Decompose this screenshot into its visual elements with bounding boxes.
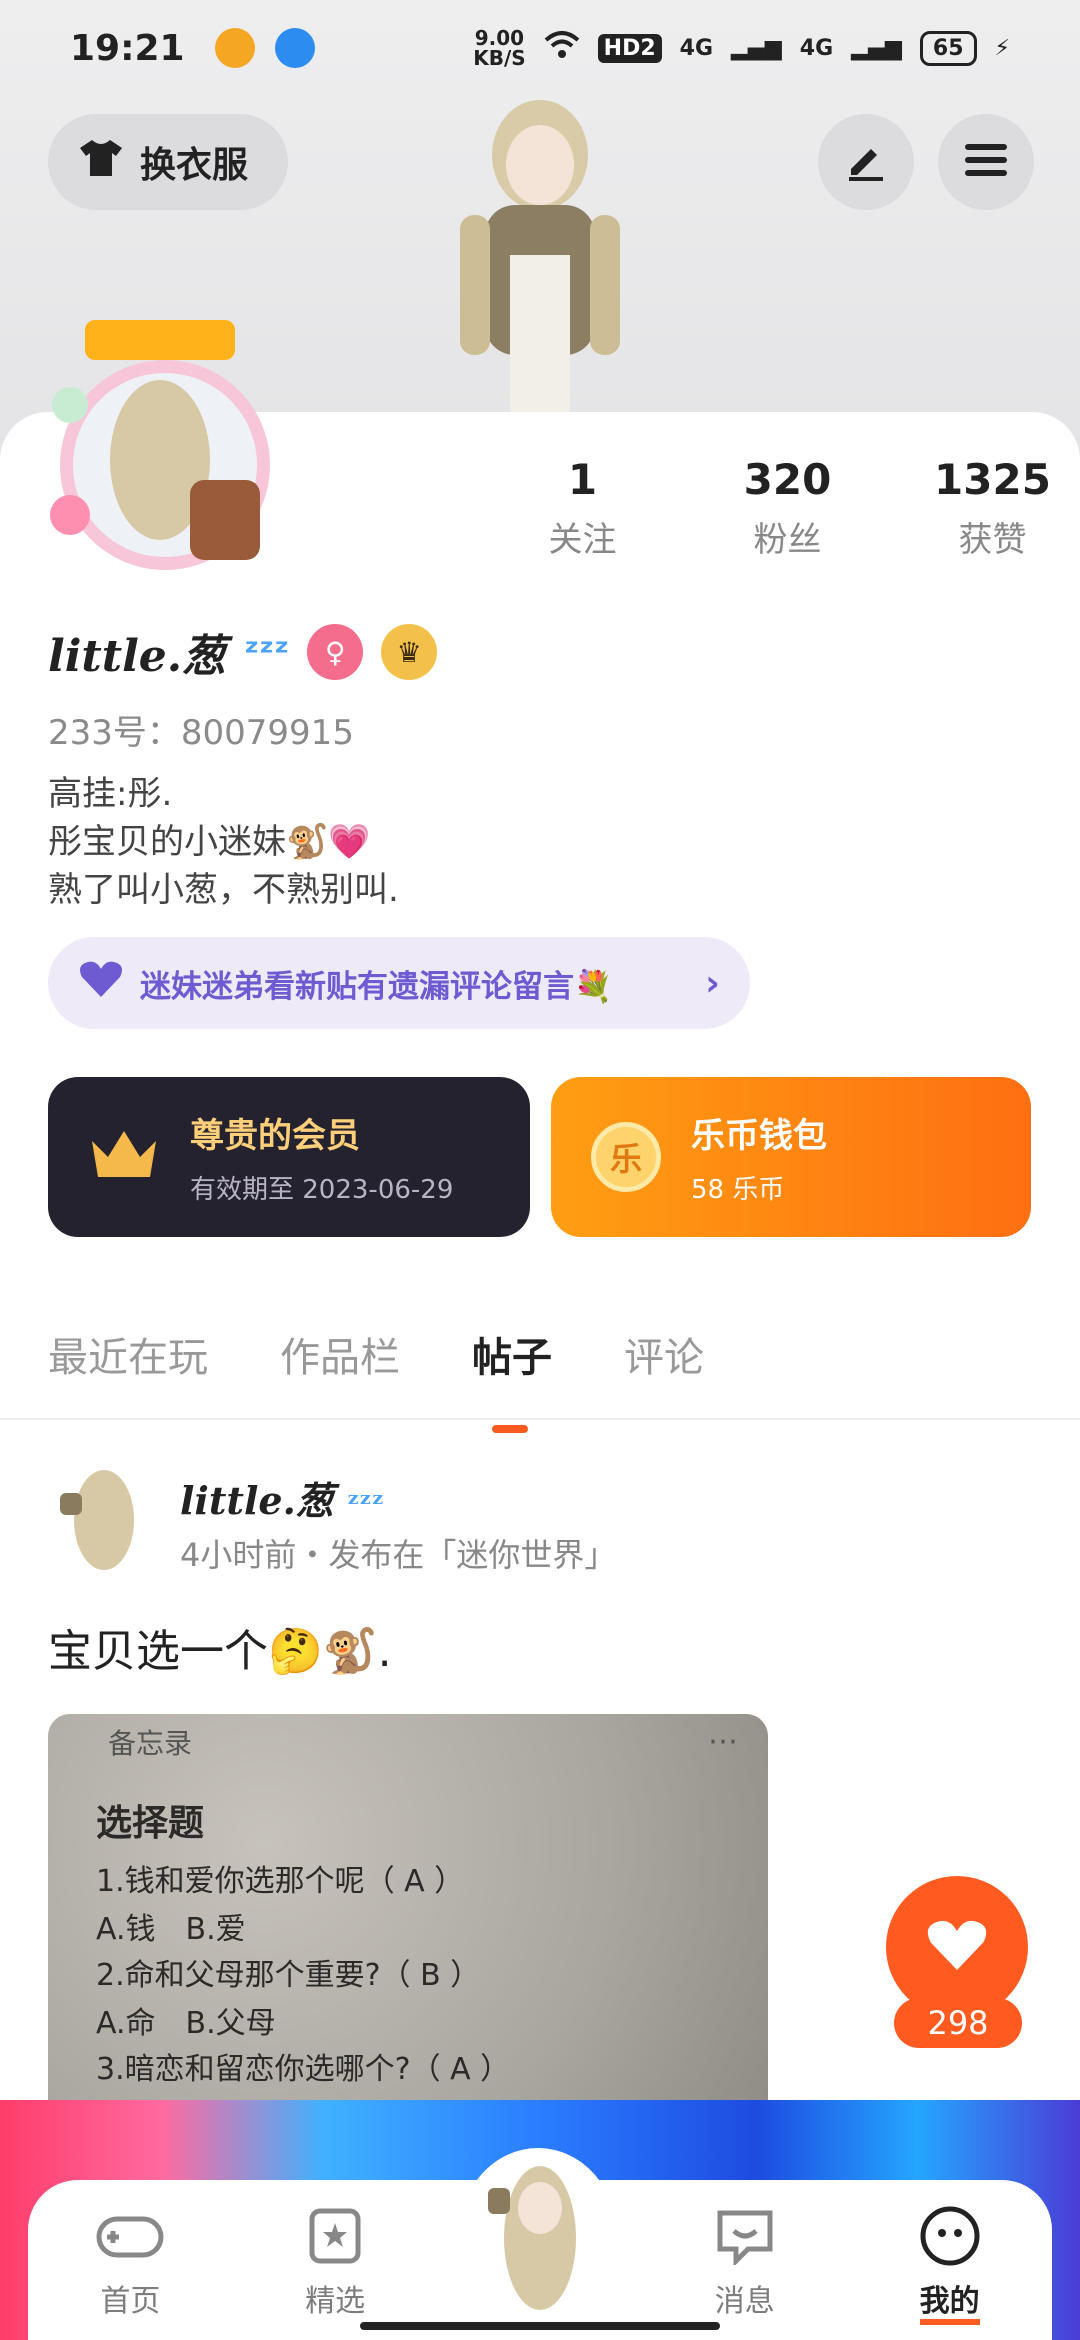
profile-stats: 1 关注 320 粉丝 1325 获赞: [480, 455, 1080, 561]
profile-tabs: 最近在玩 作品栏 帖子 评论: [48, 1325, 704, 1433]
nav-mine[interactable]: 我的: [847, 2206, 1052, 2340]
name-row: little.葱 ᶻᶻᶻ ♀ ♛: [48, 620, 438, 684]
wallet-card[interactable]: 乐 乐币钱包 58 乐币: [551, 1077, 1031, 1237]
smiley-face-icon: [915, 2206, 985, 2266]
nav-home[interactable]: 首页: [28, 2206, 233, 2340]
image-text: 1.钱和爱你选那个呢（ A ）: [96, 1864, 465, 1899]
tab-recently-played[interactable]: 最近在玩: [48, 1325, 208, 1383]
signal-icon: ▂▄▆: [851, 35, 902, 61]
character-avatar-figure[interactable]: [430, 95, 650, 425]
home-indicator: [360, 2322, 720, 2330]
signal-2: 4G: [799, 35, 834, 61]
crown-icon: [88, 1125, 160, 1189]
bio-line: 高挂:彤.: [48, 774, 173, 814]
app-notification-icon: [274, 28, 315, 68]
membership-expiry: 有效期至 2023-06-29: [190, 1175, 454, 1205]
bio-line: 熟了叫小葱，不熟别叫.: [48, 870, 399, 910]
change-outfit-button[interactable]: 换衣服: [48, 114, 289, 210]
menu-button[interactable]: [938, 114, 1034, 210]
bio: 高挂:彤. 彤宝贝的小迷妹🐒💗 熟了叫小葱，不熟别叫.: [48, 770, 399, 914]
chat-bubble-icon: [710, 2206, 780, 2266]
stat-label: 关注: [548, 520, 617, 560]
membership-card[interactable]: 尊贵的会员 有效期至 2023-06-29: [48, 1077, 530, 1237]
stat-value: 1325: [934, 455, 1051, 504]
membership-title: 尊贵的会员: [190, 1116, 360, 1156]
shirt-icon: [78, 138, 124, 187]
nav-label: 首页: [100, 2284, 161, 2319]
charging-icon: ⚡: [994, 35, 1010, 61]
tab-comments[interactable]: 评论: [624, 1325, 704, 1383]
like-button[interactable]: [886, 1876, 1028, 2018]
post-image[interactable]: 备忘录 ⋯ 选择题 1.钱和爱你选那个呢（ A ） A.钱 B.爱 2.命和父母…: [48, 1714, 768, 2144]
gender-female-icon: ♀: [307, 624, 364, 680]
nav-featured[interactable]: 精选: [233, 2206, 438, 2340]
center-avatar-button[interactable]: [458, 2148, 618, 2328]
image-text: 2.命和父母那个重要?（ B ）: [96, 1958, 481, 1993]
hd-label: HD2: [597, 33, 662, 63]
stat-value: 320: [743, 455, 832, 504]
stat-value: 1: [567, 455, 598, 504]
battery-level: 65: [919, 30, 977, 66]
heart-icon: [78, 959, 124, 1007]
notice-banner[interactable]: 迷妹迷弟看新贴有遗漏评论留言💐 ›: [48, 937, 750, 1029]
pen-icon: [843, 137, 889, 187]
status-bar: 19:21 9.00 KB/S HD2 4G ▂▄▆ 4G ▂▄▆ 65 ⚡: [0, 0, 1080, 96]
wallet-balance: 58 乐币: [691, 1175, 785, 1205]
nav-messages[interactable]: 消息: [642, 2206, 847, 2340]
stat-following[interactable]: 1 关注: [480, 455, 685, 561]
post-author-name[interactable]: little.葱 ᶻᶻᶻ: [180, 1470, 384, 1525]
post-text: 宝贝选一个🤔🐒.: [48, 1626, 392, 1677]
gamepad-icon: [95, 2206, 165, 2266]
sleep-zzz-icon: ᶻᶻᶻ: [244, 631, 290, 673]
like-count: 298: [894, 1998, 1022, 2048]
nav-label: 精选: [305, 2284, 366, 2319]
post-author-avatar[interactable]: [52, 1465, 152, 1575]
nav-label: 消息: [714, 2284, 775, 2319]
more-icon: ⋯: [708, 1724, 738, 1759]
image-text: A.命 B.父母: [96, 2006, 276, 2041]
weibo-icon: [214, 28, 255, 68]
stat-label: 获赞: [958, 520, 1027, 560]
profile-name: little.葱: [48, 631, 227, 682]
edit-button[interactable]: [818, 114, 914, 210]
wallet-title: 乐币钱包: [691, 1116, 827, 1156]
hamburger-icon: [963, 140, 1009, 184]
sleep-zzz-icon: ᶻᶻᶻ: [347, 1487, 385, 1522]
image-text: A.钱 B.爱: [96, 1912, 246, 1947]
stat-fans[interactable]: 320 粉丝: [685, 455, 890, 561]
notice-text: 迷妹迷弟看新贴有遗漏评论留言💐: [140, 968, 613, 1005]
image-text: 选择题: [96, 1803, 205, 1844]
bio-line: 彤宝贝的小迷妹🐒💗: [48, 822, 371, 862]
signal-1: 4G: [679, 35, 714, 61]
image-text: 备忘录: [108, 1727, 193, 1760]
heart-icon: [925, 1917, 989, 1977]
stat-label: 粉丝: [753, 520, 822, 560]
status-time: 19:21: [70, 27, 185, 69]
tab-posts[interactable]: 帖子: [472, 1325, 552, 1433]
chevron-right-icon: ›: [705, 962, 720, 1004]
bookmark-star-icon: [300, 2206, 370, 2266]
coin-icon: 乐: [591, 1122, 661, 1192]
nav-label: 我的: [919, 2284, 980, 2325]
net-speed: 9.00 KB/S: [473, 26, 526, 70]
tab-works[interactable]: 作品栏: [280, 1325, 400, 1383]
user-id: 233号：80079915: [48, 713, 354, 753]
profile-avatar[interactable]: [40, 310, 290, 580]
wifi-icon: [544, 30, 580, 66]
divider: [0, 1418, 1080, 1420]
crown-badge-icon: ♛: [381, 624, 438, 680]
signal-icon: ▂▄▆: [731, 35, 782, 61]
post-meta: 4小时前・发布在「迷你世界」: [180, 1536, 617, 1574]
change-outfit-label: 换衣服: [140, 145, 249, 186]
stat-likes[interactable]: 1325 获赞: [890, 455, 1080, 561]
image-text: 3.暗恋和留恋你选哪个?（ A ）: [96, 2052, 511, 2087]
